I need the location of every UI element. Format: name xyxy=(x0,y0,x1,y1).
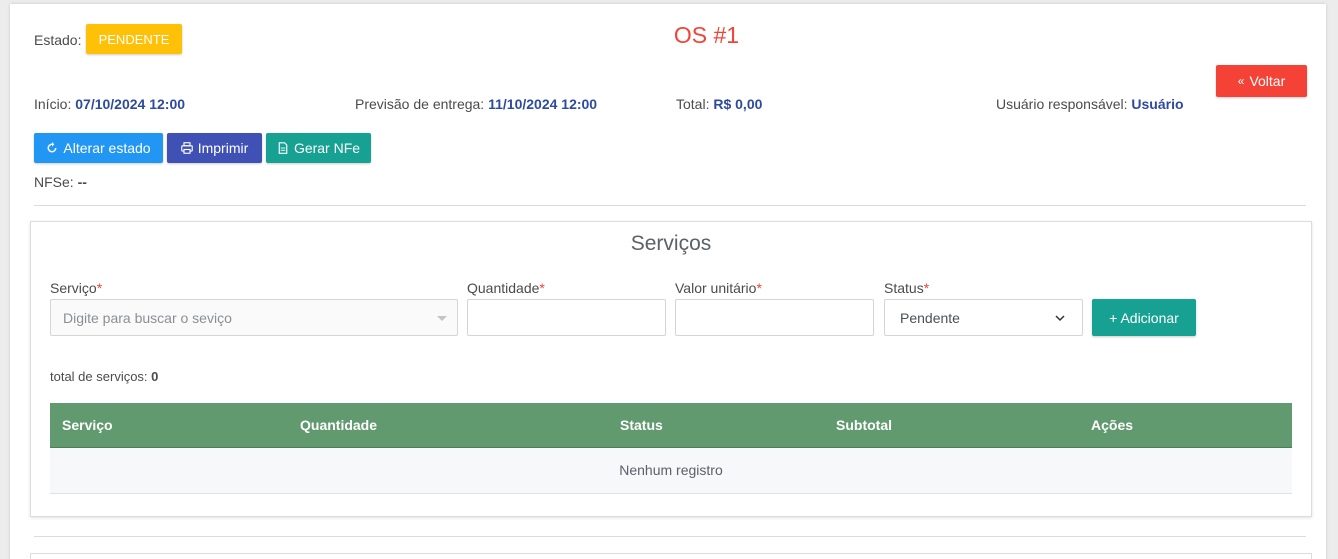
divider xyxy=(34,536,1306,537)
usuario-field: Usuário responsável: Usuário xyxy=(996,96,1184,112)
total-servicos: total de serviços: 0 xyxy=(50,369,158,384)
servico-label-text: Serviço xyxy=(50,280,97,296)
nfse-value: -- xyxy=(77,174,87,190)
usuario-label: Usuário responsável: xyxy=(996,96,1128,112)
inicio-value: 07/10/2024 12:00 xyxy=(75,96,186,112)
column-quantidade[interactable]: Quantidade xyxy=(300,417,377,433)
servico-placeholder: Digite para buscar o seviço xyxy=(63,309,232,326)
gerar-nfe-label: Gerar NFe xyxy=(293,140,361,156)
next-panel xyxy=(30,553,1312,559)
document-icon xyxy=(278,142,288,154)
quantidade-label-text: Quantidade xyxy=(467,280,540,296)
valor-unitario-label: Valor unitário* xyxy=(675,280,762,296)
required-mark: * xyxy=(539,280,545,296)
printer-icon xyxy=(180,142,193,154)
quantidade-input[interactable] xyxy=(467,299,666,336)
alterar-estado-label: Alterar estado xyxy=(63,140,151,156)
column-acoes: Ações xyxy=(1091,417,1134,433)
required-mark: * xyxy=(756,280,762,296)
voltar-button[interactable]: « Voltar xyxy=(1216,65,1307,97)
os-card: Estado: PENDENTE OS #1 « Voltar Início: … xyxy=(10,4,1326,559)
double-chevron-left-icon: « xyxy=(1237,74,1245,88)
refresh-icon xyxy=(47,142,57,153)
servico-label: Serviço* xyxy=(50,280,102,296)
total-label: Total: xyxy=(676,96,710,112)
imprimir-label: Imprimir xyxy=(197,140,249,156)
previsao-value: 11/10/2024 12:00 xyxy=(488,96,598,112)
table-header: Serviço Quantidade Status Subtotal Ações xyxy=(50,403,1292,448)
valor-unitario-input[interactable] xyxy=(675,299,874,336)
servicos-title: Serviços xyxy=(630,232,712,255)
column-status[interactable]: Status xyxy=(620,417,663,433)
status-select-value: Pendente xyxy=(900,309,960,326)
caret-down-icon xyxy=(437,316,447,321)
previsao-label: Previsão de entrega: xyxy=(355,96,485,112)
status-label: Status* xyxy=(884,280,929,296)
inicio-label: Início: xyxy=(34,96,72,112)
table-empty-row: Nenhum registro xyxy=(50,448,1292,494)
total-value: R$ 0,00 xyxy=(713,96,763,112)
nfse-label: NFSe: xyxy=(34,174,74,190)
adicionar-button[interactable]: + Adicionar xyxy=(1092,299,1196,336)
inicio-field: Início: 07/10/2024 12:00 xyxy=(34,96,185,112)
servico-search-input[interactable]: Digite para buscar o seviço xyxy=(50,299,458,336)
required-mark: * xyxy=(96,280,103,296)
quantidade-label: Quantidade* xyxy=(467,280,545,296)
chevron-down-icon xyxy=(1055,315,1065,322)
imprimir-button[interactable]: Imprimir xyxy=(167,133,262,163)
status-select[interactable]: Pendente xyxy=(884,299,1083,336)
gerar-nfe-button[interactable]: Gerar NFe xyxy=(266,133,371,163)
servicos-panel: Serviços Serviço* Digite para buscar o s… xyxy=(30,221,1312,517)
alterar-estado-button[interactable]: Alterar estado xyxy=(34,133,163,163)
status-label-text: Status xyxy=(884,280,924,296)
total-servicos-label: total de serviços: xyxy=(50,369,148,384)
page-title: OS #1 xyxy=(673,22,740,48)
column-subtotal[interactable]: Subtotal xyxy=(836,417,892,433)
column-servico[interactable]: Serviço xyxy=(62,417,113,433)
nfse-field: NFSe: -- xyxy=(34,174,87,190)
total-field: Total: R$ 0,00 xyxy=(676,96,762,112)
voltar-label: Voltar xyxy=(1249,73,1286,89)
total-servicos-value: 0 xyxy=(151,369,159,384)
usuario-value: Usuário xyxy=(1131,96,1184,112)
valor-label-text: Valor unitário xyxy=(675,280,757,296)
required-mark: * xyxy=(923,280,930,296)
previsao-field: Previsão de entrega: 11/10/2024 12:00 xyxy=(355,96,597,112)
divider xyxy=(34,205,1306,206)
